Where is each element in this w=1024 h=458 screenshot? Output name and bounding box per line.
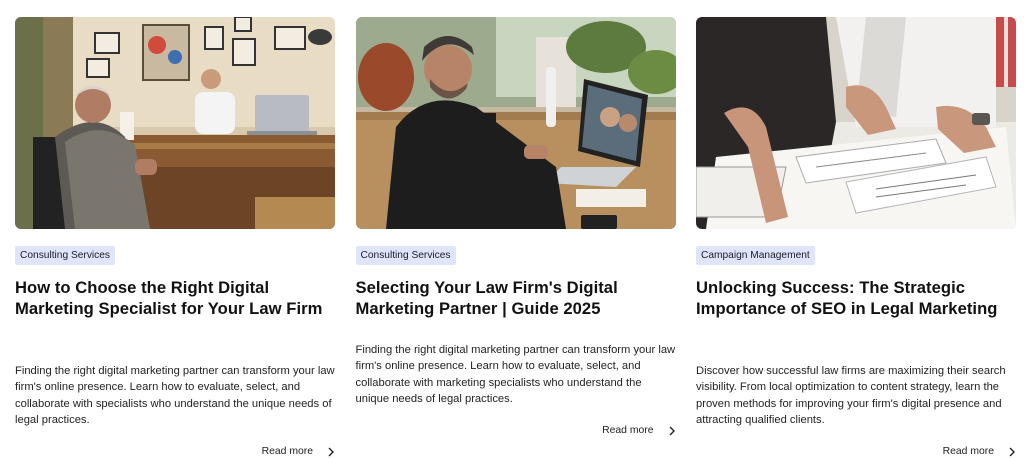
article-card: Consulting Services How to Choose the Ri…	[15, 17, 335, 457]
chevron-right-icon	[1009, 447, 1015, 456]
article-grid: Consulting Services How to Choose the Ri…	[15, 17, 1016, 457]
article-image[interactable]	[15, 17, 335, 229]
article-title[interactable]: How to Choose the Right Digital Marketin…	[15, 278, 333, 319]
article-title[interactable]: Selecting Your Law Firm's Digital Market…	[356, 278, 674, 319]
article-excerpt: Finding the right digital marketing part…	[355, 344, 676, 406]
read-more-link[interactable]: Read more	[602, 425, 675, 436]
chevron-right-icon	[328, 447, 334, 456]
article-image[interactable]	[355, 17, 676, 229]
chevron-right-icon	[669, 426, 675, 435]
article-title[interactable]: Unlocking Success: The Strategic Importa…	[696, 278, 1014, 319]
category-tag[interactable]: Campaign Management	[696, 246, 815, 265]
article-card: Campaign Management Unlocking Success: T…	[696, 17, 1016, 457]
article-excerpt: Discover how successful law firms are ma…	[696, 365, 1006, 427]
read-more-label: Read more	[261, 446, 313, 457]
category-tag[interactable]: Consulting Services	[355, 246, 456, 265]
read-more-label: Read more	[602, 425, 654, 436]
article-card: Consulting Services Selecting Your Law F…	[355, 17, 676, 447]
article-image[interactable]	[696, 17, 1016, 229]
read-more-link[interactable]: Read more	[262, 446, 335, 457]
read-more-label: Read more	[942, 446, 994, 457]
article-excerpt: Finding the right digital marketing part…	[15, 365, 335, 427]
read-more-link[interactable]: Read more	[943, 446, 1016, 457]
category-tag[interactable]: Consulting Services	[15, 246, 116, 265]
